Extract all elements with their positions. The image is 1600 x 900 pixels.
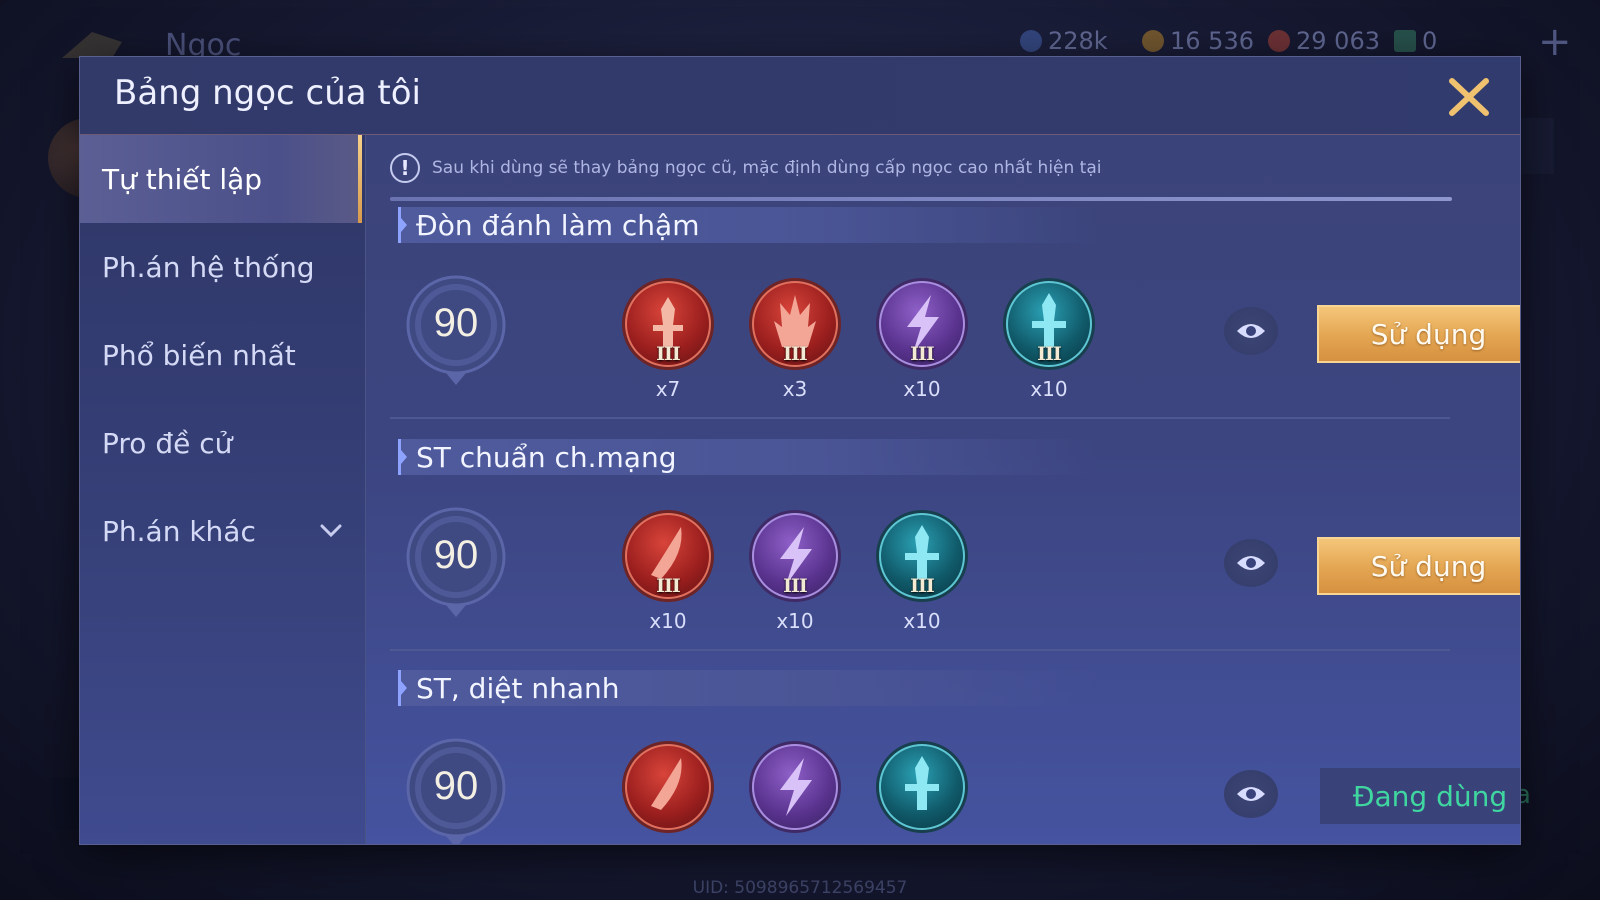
rune-count: x7 (655, 377, 681, 401)
rune-page-title: ST chuẩn ch.mạng (398, 439, 1098, 475)
notice-bar: ! Sau khi dùng sẽ thay bảng ngọc cũ, mặc… (390, 145, 1450, 191)
preview-button[interactable] (1224, 307, 1278, 355)
rune-level: 90 (433, 764, 479, 808)
rune-page-title: ST, diệt nhanh (398, 670, 1098, 706)
level-badge: 90 (402, 736, 510, 844)
chevron-down-icon (320, 524, 342, 538)
rune-tier: III (783, 575, 808, 597)
currency-card: 0 (1394, 26, 1437, 56)
rune-level: 90 (433, 533, 479, 577)
currency-gold: 16 536 (1142, 26, 1254, 56)
rune-count: x3 (782, 377, 808, 401)
red-voucher-icon (1268, 30, 1290, 52)
rune-gem[interactable]: III x10 (623, 513, 713, 633)
gold-coin-icon (1142, 30, 1164, 52)
in-use-status: Đang dùng (1320, 768, 1520, 824)
close-icon (1449, 78, 1489, 116)
rune-gem[interactable]: III x3 (750, 281, 840, 401)
rune-tier: III (910, 343, 935, 365)
sidebar-item-custom[interactable]: Tự thiết lập (80, 135, 362, 223)
blade-icon (651, 758, 682, 810)
add-currency-button[interactable]: + (1538, 22, 1572, 62)
sword-icon (905, 756, 939, 810)
rune-gem[interactable]: III x10 (750, 513, 840, 633)
rune-count: x10 (903, 609, 941, 633)
eye-icon (1237, 787, 1265, 801)
rune-gem[interactable] (623, 744, 713, 844)
lightning-icon (780, 758, 812, 816)
rune-gem[interactable] (750, 744, 840, 844)
divider (390, 197, 1452, 201)
divider (390, 649, 1450, 651)
rune-page-3: ST, diệt nhanh 90 Đang dùng (370, 670, 1520, 844)
info-icon: ! (390, 153, 420, 183)
rune-gem[interactable]: III x10 (1004, 281, 1094, 401)
rune-gem[interactable]: III x7 (623, 281, 713, 401)
notice-text: Sau khi dùng sẽ thay bảng ngọc cũ, mặc đ… (432, 158, 1102, 178)
uid-label: UID: 5098965712569457 (692, 878, 908, 898)
green-card-icon (1394, 30, 1416, 52)
rune-tier: III (910, 575, 935, 597)
preview-button[interactable] (1224, 770, 1278, 818)
sidebar-item-popular[interactable]: Phổ biến nhất (80, 311, 362, 399)
sidebar-item-pro[interactable]: Pro đề cử (80, 399, 362, 487)
diamond-icon (1020, 30, 1042, 52)
modal-header: Bảng ngọc của tôi (80, 57, 1520, 135)
currency-diamond: 228k (1020, 26, 1108, 56)
rune-gem[interactable] (877, 744, 967, 844)
rune-page-modal: Bảng ngọc của tôi Tự thiết lập Ph.án hệ … (80, 57, 1520, 844)
rune-gem[interactable]: III x10 (877, 281, 967, 401)
rune-page-2: ST chuẩn ch.mạng 90 III x10 III x10 III … (370, 439, 1520, 671)
rune-count: x10 (1030, 377, 1068, 401)
rune-gem[interactable]: III x10 (877, 513, 967, 633)
rune-count: x10 (649, 609, 687, 633)
currency-voucher: 29 063 (1268, 26, 1380, 56)
sidebar-item-system[interactable]: Ph.án hệ thống (80, 223, 362, 311)
divider (390, 417, 1450, 419)
rune-page-list: ! Sau khi dùng sẽ thay bảng ngọc cũ, mặc… (370, 135, 1520, 844)
eye-icon (1237, 556, 1265, 570)
rune-page-title: Đòn đánh làm chậm (398, 207, 1098, 243)
level-badge: 90 (402, 273, 510, 389)
rune-count: x10 (776, 609, 814, 633)
rune-count: x10 (903, 377, 941, 401)
eye-icon (1237, 324, 1265, 338)
rune-page-1: Đòn đánh làm chậm 90 III x7 III x3 III x… (370, 207, 1520, 439)
close-button[interactable] (1446, 75, 1492, 119)
use-button[interactable]: Sử dụng (1317, 305, 1520, 363)
rune-tier: III (656, 575, 681, 597)
rune-tier: III (1037, 343, 1062, 365)
sidebar: Tự thiết lập Ph.án hệ thống Phổ biến nhấ… (80, 135, 366, 844)
rune-tier: III (783, 343, 808, 365)
modal-title: Bảng ngọc của tôi (114, 73, 421, 113)
preview-button[interactable] (1224, 539, 1278, 587)
rune-tier: III (656, 343, 681, 365)
level-badge: 90 (402, 505, 510, 621)
sidebar-item-other[interactable]: Ph.án khác (80, 487, 362, 575)
use-button[interactable]: Sử dụng (1317, 537, 1520, 595)
rune-level: 90 (433, 301, 479, 345)
